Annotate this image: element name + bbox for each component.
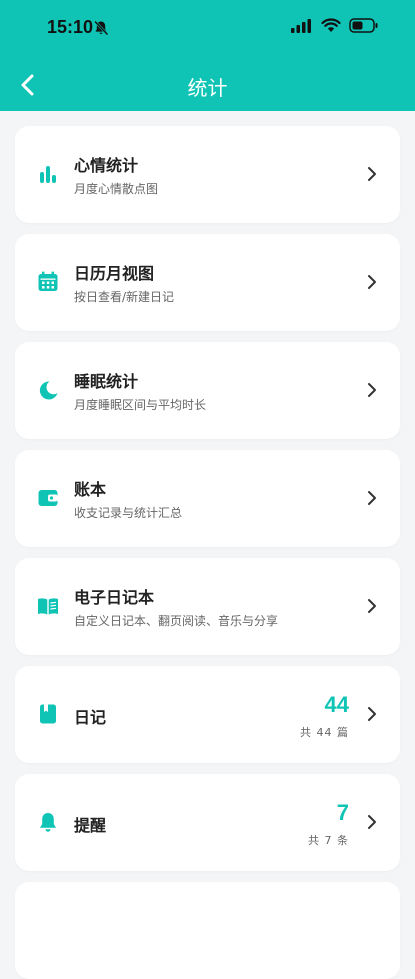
card-title: 睡眠统计 bbox=[74, 372, 139, 391]
reminder-count-label: 共 7 条 bbox=[308, 834, 349, 847]
reminder-count: 7 bbox=[336, 800, 349, 825]
moon-icon bbox=[39, 381, 58, 400]
calendar-icon bbox=[38, 271, 58, 291]
bell-icon bbox=[40, 813, 56, 832]
card-title: 日历月视图 bbox=[74, 264, 155, 283]
chevron-right-icon bbox=[368, 275, 376, 289]
card-diary[interactable]: 日记 44 共 44 篇 bbox=[15, 666, 400, 763]
top-header: 15:10 统计 bbox=[0, 0, 415, 111]
card-subtitle: 自定义日记本、翻页阅读、音乐与分享 bbox=[74, 614, 279, 628]
card-partial[interactable] bbox=[15, 882, 400, 979]
card-title: 提醒 bbox=[74, 816, 107, 835]
chevron-right-icon bbox=[368, 383, 376, 397]
diary-count-label: 共 44 篇 bbox=[300, 726, 349, 739]
card-title: 日记 bbox=[74, 708, 107, 727]
chevron-right-icon bbox=[368, 707, 376, 721]
battery-icon bbox=[349, 18, 378, 33]
status-time: 15:10 bbox=[47, 17, 94, 37]
cellular-signal-icon bbox=[291, 18, 311, 33]
diary-count: 44 bbox=[324, 692, 349, 717]
card-calendar-view[interactable]: 日历月视图 按日查看/新建日记 bbox=[15, 234, 400, 331]
card-title: 心情统计 bbox=[74, 156, 139, 175]
chevron-right-icon bbox=[368, 815, 376, 829]
chevron-right-icon bbox=[368, 491, 376, 505]
card-e-diary[interactable]: 电子日记本 自定义日记本、翻页阅读、音乐与分享 bbox=[15, 558, 400, 655]
book-open-icon bbox=[38, 598, 58, 615]
card-subtitle: 按日查看/新建日记 bbox=[74, 290, 175, 304]
card-title: 账本 bbox=[74, 480, 107, 499]
card-mood-stats[interactable]: 心情统计 月度心情散点图 bbox=[15, 126, 400, 223]
page-title: 统计 bbox=[187, 76, 228, 100]
card-subtitle: 收支记录与统计汇总 bbox=[74, 506, 183, 520]
silent-bell-icon bbox=[94, 20, 109, 36]
card-subtitle: 月度心情散点图 bbox=[74, 182, 159, 196]
card-title: 电子日记本 bbox=[74, 588, 155, 607]
wallet-icon bbox=[38, 490, 58, 506]
card-subtitle: 月度睡眠区间与平均时长 bbox=[74, 398, 207, 412]
wifi-icon bbox=[321, 18, 341, 32]
card-sleep-stats[interactable]: 睡眠统计 月度睡眠区间与平均时长 bbox=[15, 342, 400, 439]
bar-chart-icon bbox=[40, 166, 56, 183]
status-indicators bbox=[291, 18, 379, 33]
chevron-right-icon bbox=[368, 599, 376, 613]
card-ledger[interactable]: 账本 收支记录与统计汇总 bbox=[15, 450, 400, 547]
chevron-right-icon bbox=[368, 167, 376, 181]
card-reminders[interactable]: 提醒 7 共 7 条 bbox=[15, 774, 400, 871]
diary-icon bbox=[40, 704, 56, 724]
